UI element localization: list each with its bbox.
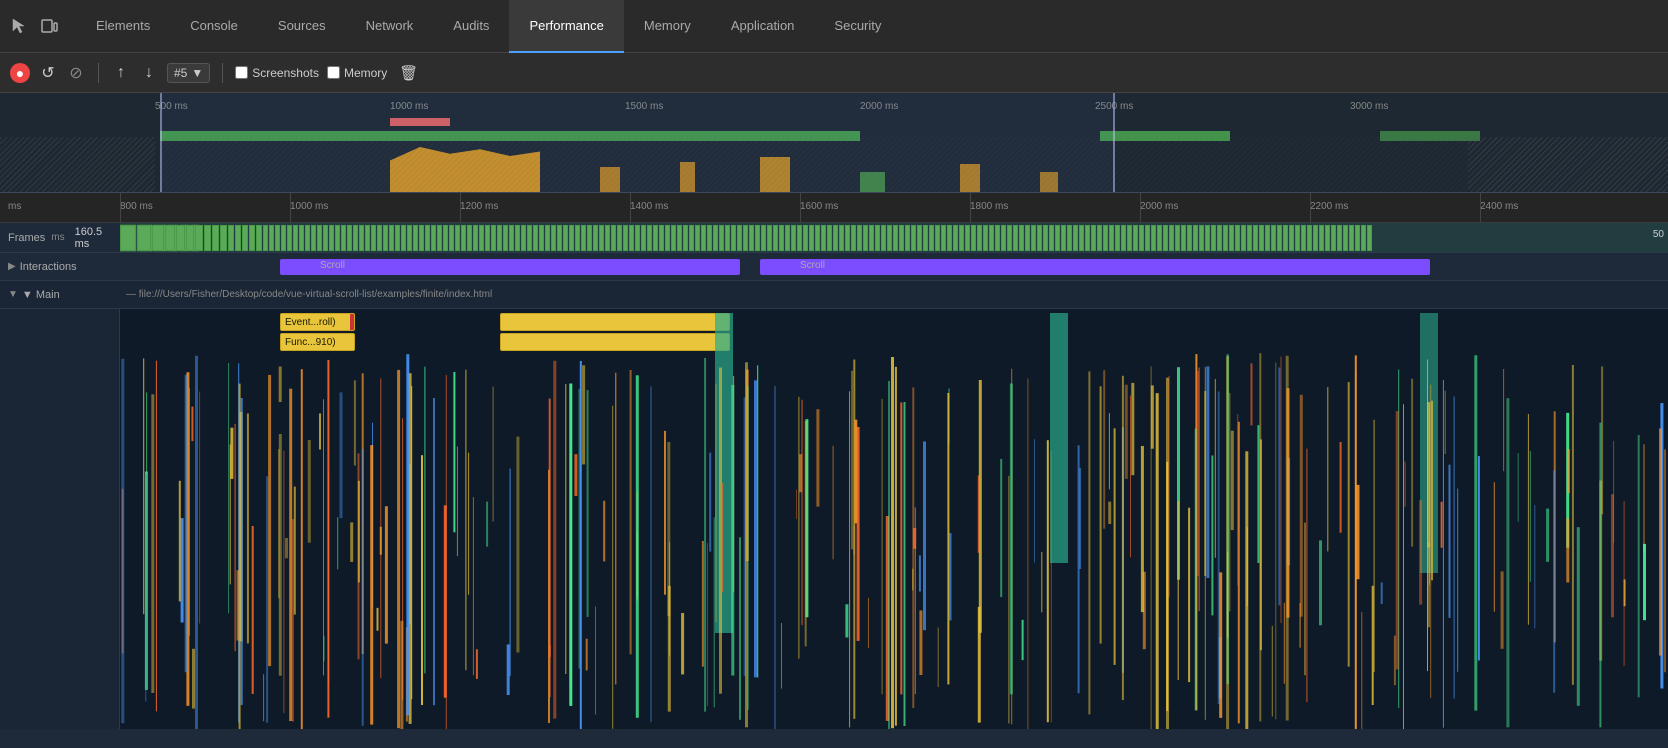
- profile-value: #5: [174, 66, 187, 80]
- frames-right-value: 50: [1653, 229, 1664, 240]
- chevron-down-icon: ▼: [191, 66, 203, 80]
- tick-2000: [1140, 193, 1141, 222]
- interactions-row: ▶ Interactions Scroll Scroll: [0, 253, 1668, 281]
- screenshots-input[interactable]: [235, 66, 248, 79]
- event-block-1-label: Event...roll): [285, 317, 336, 328]
- tick-800: [120, 193, 121, 222]
- frames-label: Frames ms 160.5 ms: [0, 226, 120, 250]
- memory-checkbox[interactable]: Memory: [327, 66, 387, 80]
- tick-2200: [1310, 193, 1311, 222]
- main-path: — file:///Users/Fisher/Desktop/code/vue-…: [120, 285, 1668, 304]
- hatch-right: [1468, 137, 1668, 192]
- ruler-1200: 1200 ms: [460, 201, 498, 212]
- flame-area[interactable]: Event...roll) Func...910): [120, 309, 1668, 729]
- scroll-label-2: Scroll: [800, 260, 825, 271]
- interactions-expand-icon[interactable]: ▶: [8, 261, 16, 272]
- main-label: ▼ ▼ Main: [0, 289, 120, 301]
- trash-button[interactable]: 🗑: [399, 64, 418, 82]
- tab-memory[interactable]: Memory: [624, 0, 711, 53]
- ruler-1000: 1000 ms: [290, 201, 328, 212]
- ruler-1800: 1800 ms: [970, 201, 1008, 212]
- tick-1000: [290, 193, 291, 222]
- tab-application[interactable]: Application: [711, 0, 815, 53]
- event-block-1-red: [350, 314, 354, 330]
- tab-sources[interactable]: Sources: [258, 0, 346, 53]
- reload-button[interactable]: ↺: [38, 63, 58, 83]
- selection-range[interactable]: [160, 93, 1115, 192]
- interactions-label: ▶ Interactions: [0, 261, 120, 273]
- stop-button[interactable]: ⊘: [66, 63, 86, 83]
- timeline-ruler: ms 800 ms 1000 ms 1200 ms 1400 ms 1600 m…: [0, 193, 1668, 223]
- flame-left-sidebar: [0, 309, 120, 729]
- screenshots-label: Screenshots: [252, 66, 319, 80]
- profile-select[interactable]: #5 ▼: [167, 63, 210, 83]
- top-nav: Elements Console Sources Network Audits …: [0, 0, 1668, 53]
- tick-2400: [1480, 193, 1481, 222]
- tick-1400: [630, 193, 631, 222]
- ruler-2200: 2200 ms: [1310, 201, 1348, 212]
- timeline-overview[interactable]: 500 ms 1000 ms 1500 ms 2000 ms 2500 ms 3…: [0, 93, 1668, 193]
- toolbar: ● ↺ ⊘ ↑ ↓ #5 ▼ Screenshots Memory 🗑: [0, 53, 1668, 93]
- func-block-1-label: Func...910): [285, 337, 336, 348]
- devtools-icons: [8, 15, 60, 37]
- interactions-text: Interactions: [20, 261, 77, 273]
- flame-container: Event...roll) Func...910): [0, 309, 1668, 729]
- ruler-2000: 2000 ms: [1140, 201, 1178, 212]
- frame-blocks-container: [120, 225, 1628, 251]
- download-button[interactable]: ↓: [139, 63, 159, 83]
- tick-1800: [970, 193, 971, 222]
- separator-2: [222, 63, 223, 83]
- tick-1600: [800, 193, 801, 222]
- overview-marker-3000: 3000 ms: [1350, 101, 1388, 112]
- device-icon[interactable]: [38, 15, 60, 37]
- tick-1200: [460, 193, 461, 222]
- tab-performance[interactable]: Performance: [509, 0, 623, 53]
- event-block-1[interactable]: Event...roll): [280, 313, 355, 331]
- screenshots-checkbox[interactable]: Screenshots: [235, 66, 319, 80]
- ruler-1600: 1600 ms: [800, 201, 838, 212]
- ruler-ms: ms: [8, 201, 21, 212]
- frames-value: 160.5 ms: [75, 226, 112, 250]
- large-block-1[interactable]: [500, 313, 730, 331]
- large-block-2[interactable]: [500, 333, 730, 351]
- interaction-bar-2: [760, 259, 1430, 275]
- scroll-label-1: Scroll: [320, 260, 345, 271]
- tab-elements[interactable]: Elements: [76, 0, 170, 53]
- main-section-row: ▼ ▼ Main — file:///Users/Fisher/Desktop/…: [0, 281, 1668, 309]
- func-block-1[interactable]: Func...910): [280, 333, 355, 351]
- frames-ms: ms: [51, 232, 64, 243]
- ruler-800: 800 ms: [120, 201, 153, 212]
- main-text: ▼ Main: [22, 289, 60, 301]
- ruler-2400: 2400 ms: [1480, 201, 1518, 212]
- main-expand-icon[interactable]: ▼: [8, 289, 18, 300]
- interactions-content[interactable]: Scroll Scroll: [120, 253, 1668, 280]
- hatch-left: [0, 137, 155, 192]
- cursor-icon[interactable]: [8, 15, 30, 37]
- frames-row: Frames ms 160.5 ms 50: [0, 223, 1668, 253]
- vertical-bars-svg: [120, 353, 1668, 729]
- upload-button[interactable]: ↑: [111, 63, 131, 83]
- memory-label: Memory: [344, 66, 387, 80]
- separator-1: [98, 63, 99, 83]
- tab-network[interactable]: Network: [346, 0, 434, 53]
- record-button[interactable]: ●: [10, 63, 30, 83]
- tab-security[interactable]: Security: [814, 0, 901, 53]
- ruler-1400: 1400 ms: [630, 201, 668, 212]
- tab-audits[interactable]: Audits: [433, 0, 509, 53]
- tab-console[interactable]: Console: [170, 0, 258, 53]
- memory-input[interactable]: [327, 66, 340, 79]
- interaction-bar-1: [280, 259, 740, 275]
- frames-content[interactable]: 50: [120, 223, 1668, 252]
- frames-text: Frames: [8, 232, 45, 244]
